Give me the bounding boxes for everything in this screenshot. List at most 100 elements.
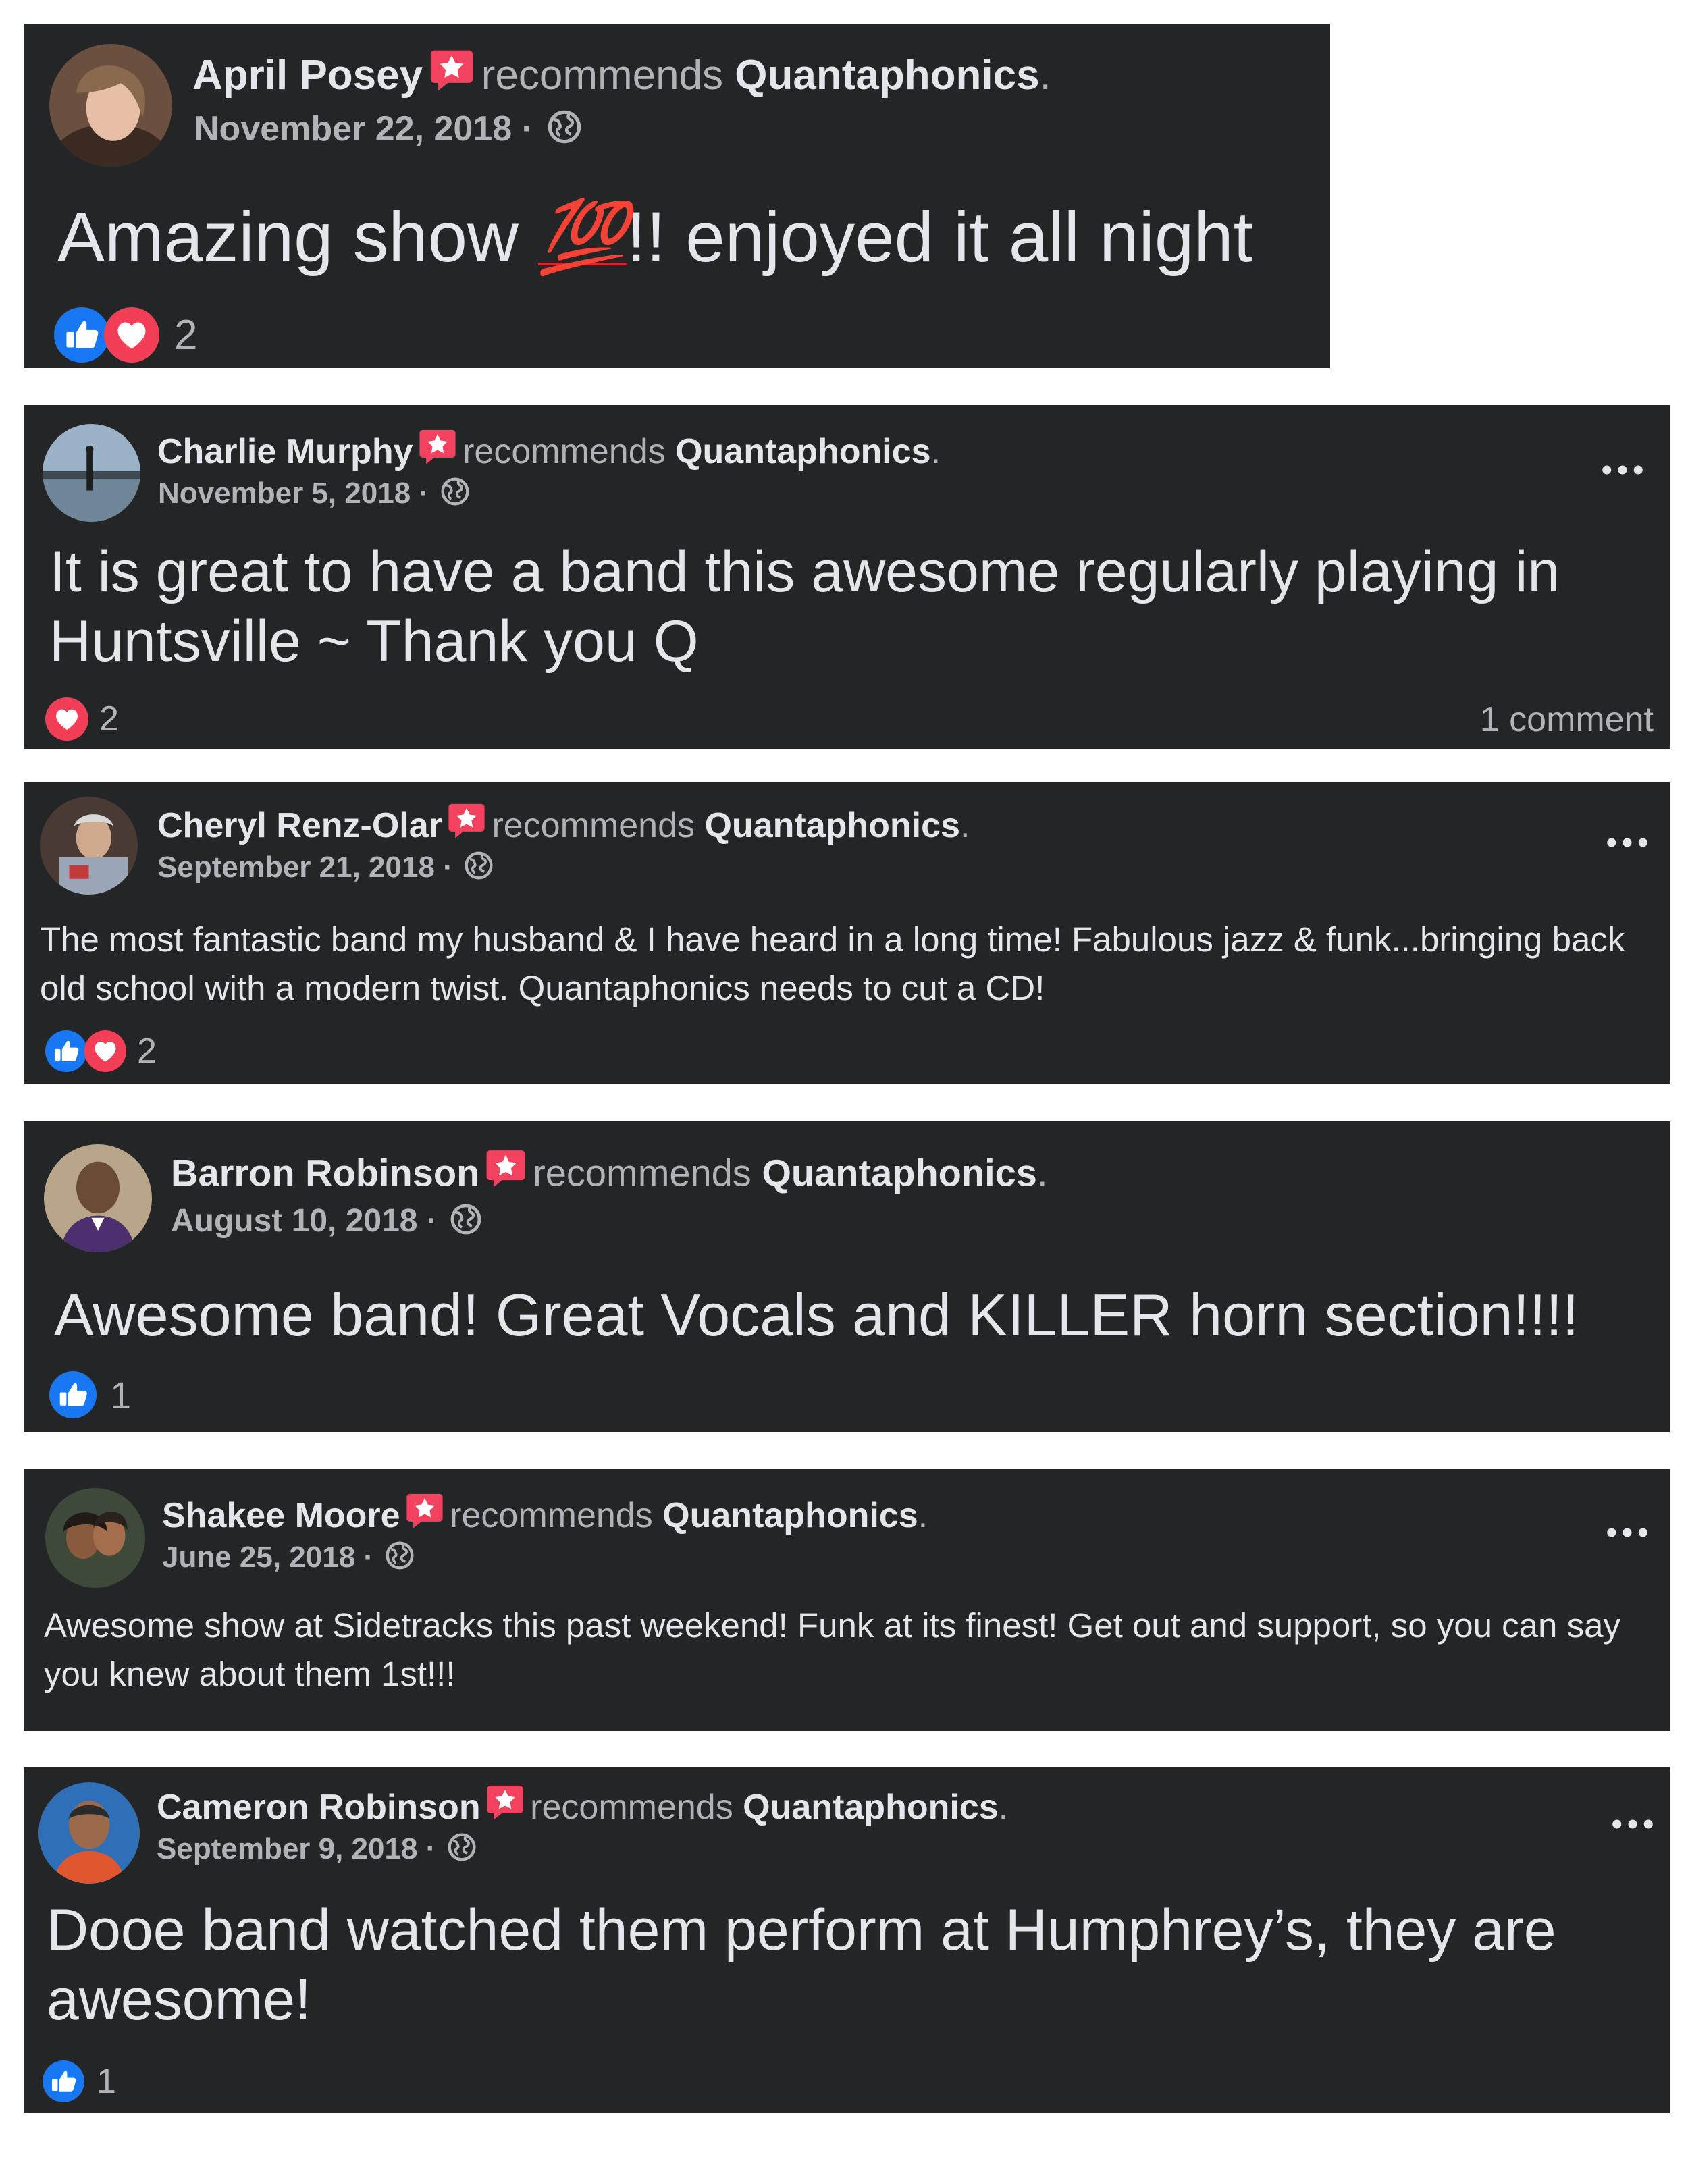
review-header: Cheryl Renz-Olar recommends Quantaphonics… — [157, 801, 970, 846]
review-header: April Posey recommends Quantaphonics. — [192, 47, 1051, 99]
review-text: Awesome band! Great Vocals and KILLER ho… — [54, 1281, 1579, 1348]
like-reaction-icon — [54, 307, 109, 363]
globe-icon — [547, 109, 582, 144]
like-reaction-icon — [43, 2060, 84, 2102]
avatar-photo — [49, 44, 172, 167]
period: . — [959, 805, 970, 845]
avatar[interactable] — [49, 44, 172, 167]
page-name[interactable]: Quantaphonics — [735, 52, 1039, 99]
reaction-summary[interactable]: 1 — [49, 1371, 131, 1418]
reviewer-name[interactable]: April Posey — [192, 52, 423, 99]
page-name[interactable]: Quantaphonics — [662, 1496, 918, 1535]
review-meta: June 25, 2018 · — [162, 1541, 415, 1574]
avatar-photo — [45, 1488, 145, 1588]
review-meta: September 9, 2018 · — [157, 1832, 477, 1866]
recommend-badge-icon — [429, 47, 475, 92]
date-separator: · — [417, 1203, 447, 1239]
review-meta: November 22, 2018 · — [194, 109, 582, 149]
more-options-icon[interactable] — [1612, 1819, 1654, 1830]
globe-icon — [440, 477, 470, 506]
period: . — [1036, 1151, 1048, 1194]
review-card: Cheryl Renz-Olar recommends Quantaphonics… — [24, 782, 1670, 1084]
reviewer-name[interactable]: Cheryl Renz-Olar — [157, 806, 442, 845]
more-options-icon[interactable] — [1606, 1527, 1648, 1538]
page-name[interactable]: Quantaphonics — [762, 1152, 1037, 1194]
review-meta: September 21, 2018 · — [157, 851, 494, 884]
globe-icon — [450, 1203, 482, 1235]
reaction-count: 2 — [174, 311, 198, 358]
review-card: April Posey recommends Quantaphonics. Nov… — [24, 24, 1330, 368]
review-header: Charlie Murphy recommends Quantaphonics. — [157, 427, 941, 472]
like-reaction-icon — [45, 1030, 87, 1072]
page-name[interactable]: Quantaphonics — [704, 806, 959, 845]
review-text: Awesome show at Sidetracks this past wee… — [44, 1606, 1620, 1693]
reviewer-name[interactable]: Cameron Robinson — [157, 1788, 481, 1827]
like-reaction-icon — [49, 1371, 97, 1418]
more-options-icon[interactable] — [1602, 464, 1643, 475]
recommend-badge-icon — [405, 1491, 444, 1530]
review-text: It is great to have a band this awesome … — [49, 539, 1560, 674]
comment-count[interactable]: 1 comment — [1480, 699, 1654, 740]
page-name[interactable]: Quantaphonics — [675, 432, 930, 471]
avatar[interactable] — [44, 1144, 152, 1252]
globe-icon — [385, 1541, 415, 1570]
reaction-count: 2 — [99, 699, 119, 739]
recommends-text: recommends — [533, 1151, 751, 1194]
page-name[interactable]: Quantaphonics — [743, 1788, 998, 1827]
recommend-badge-icon — [485, 1782, 525, 1821]
reviewer-name[interactable]: Shakee Moore — [162, 1496, 400, 1535]
date-separator: · — [417, 1832, 444, 1865]
review-date[interactable]: September 21, 2018 — [157, 851, 435, 884]
reaction-count: 1 — [97, 2062, 116, 2101]
review-text: Amazing show 💯!! enjoyed it all night — [57, 194, 1253, 282]
avatar[interactable] — [43, 424, 140, 522]
reviewer-name[interactable]: Charlie Murphy — [157, 432, 413, 471]
review-card: Barron Robinson recommends Quantaphonics.… — [24, 1121, 1670, 1432]
date-separator: · — [434, 851, 462, 884]
review-date[interactable]: August 10, 2018 — [171, 1203, 417, 1239]
recommends-text: recommends — [450, 1495, 653, 1535]
globe-icon — [447, 1832, 477, 1862]
reaction-summary[interactable]: 2 — [45, 1030, 157, 1072]
review-header: Cameron Robinson recommends Quantaphonics… — [157, 1782, 1008, 1828]
period: . — [918, 1495, 928, 1535]
recommends-text: recommends — [530, 1787, 733, 1827]
review-date[interactable]: November 5, 2018 — [158, 477, 411, 510]
recommend-badge-icon — [485, 1147, 527, 1189]
avatar[interactable] — [45, 1488, 145, 1588]
reaction-count: 1 — [110, 1373, 132, 1416]
reaction-count: 2 — [137, 1032, 157, 1071]
review-header: Shakee Moore recommends Quantaphonics. — [162, 1491, 928, 1536]
review-date[interactable]: November 22, 2018 — [194, 109, 512, 149]
hundred-points-emoji: 💯 — [537, 198, 627, 277]
review-card: Charlie Murphy recommends Quantaphonics. … — [24, 405, 1670, 749]
review-meta: November 5, 2018 · — [158, 477, 470, 510]
date-separator: · — [512, 109, 544, 149]
review-meta: August 10, 2018 · — [171, 1202, 482, 1240]
recommend-badge-icon — [447, 801, 486, 840]
avatar-photo — [44, 1144, 152, 1252]
reaction-summary[interactable]: 1 — [43, 2060, 116, 2102]
review-card: Shakee Moore recommends Quantaphonics. Ju… — [24, 1469, 1670, 1731]
avatar[interactable] — [38, 1782, 140, 1884]
date-separator: · — [411, 477, 438, 510]
period: . — [998, 1787, 1009, 1827]
review-date[interactable]: September 9, 2018 — [157, 1832, 417, 1865]
love-reaction-icon — [84, 1030, 126, 1072]
more-options-icon[interactable] — [1606, 837, 1648, 848]
avatar[interactable] — [40, 797, 138, 895]
avatar-photo — [43, 424, 140, 522]
avatar-photo — [40, 797, 138, 895]
review-text-start: Amazing show — [57, 198, 538, 277]
review-text-end: !! enjoyed it all night — [626, 198, 1253, 277]
recommends-text: recommends — [481, 52, 724, 99]
review-text: The most fantastic band my husband & I h… — [40, 920, 1625, 1007]
review-date[interactable]: June 25, 2018 — [162, 1541, 355, 1574]
love-reaction-icon — [104, 307, 159, 363]
recommends-text: recommends — [463, 431, 666, 471]
reaction-summary[interactable]: 2 — [54, 307, 197, 363]
date-separator: · — [355, 1541, 382, 1574]
reaction-summary[interactable]: 2 — [45, 697, 119, 741]
reviewer-name[interactable]: Barron Robinson — [171, 1152, 479, 1194]
review-card: Cameron Robinson recommends Quantaphonics… — [24, 1767, 1670, 2113]
